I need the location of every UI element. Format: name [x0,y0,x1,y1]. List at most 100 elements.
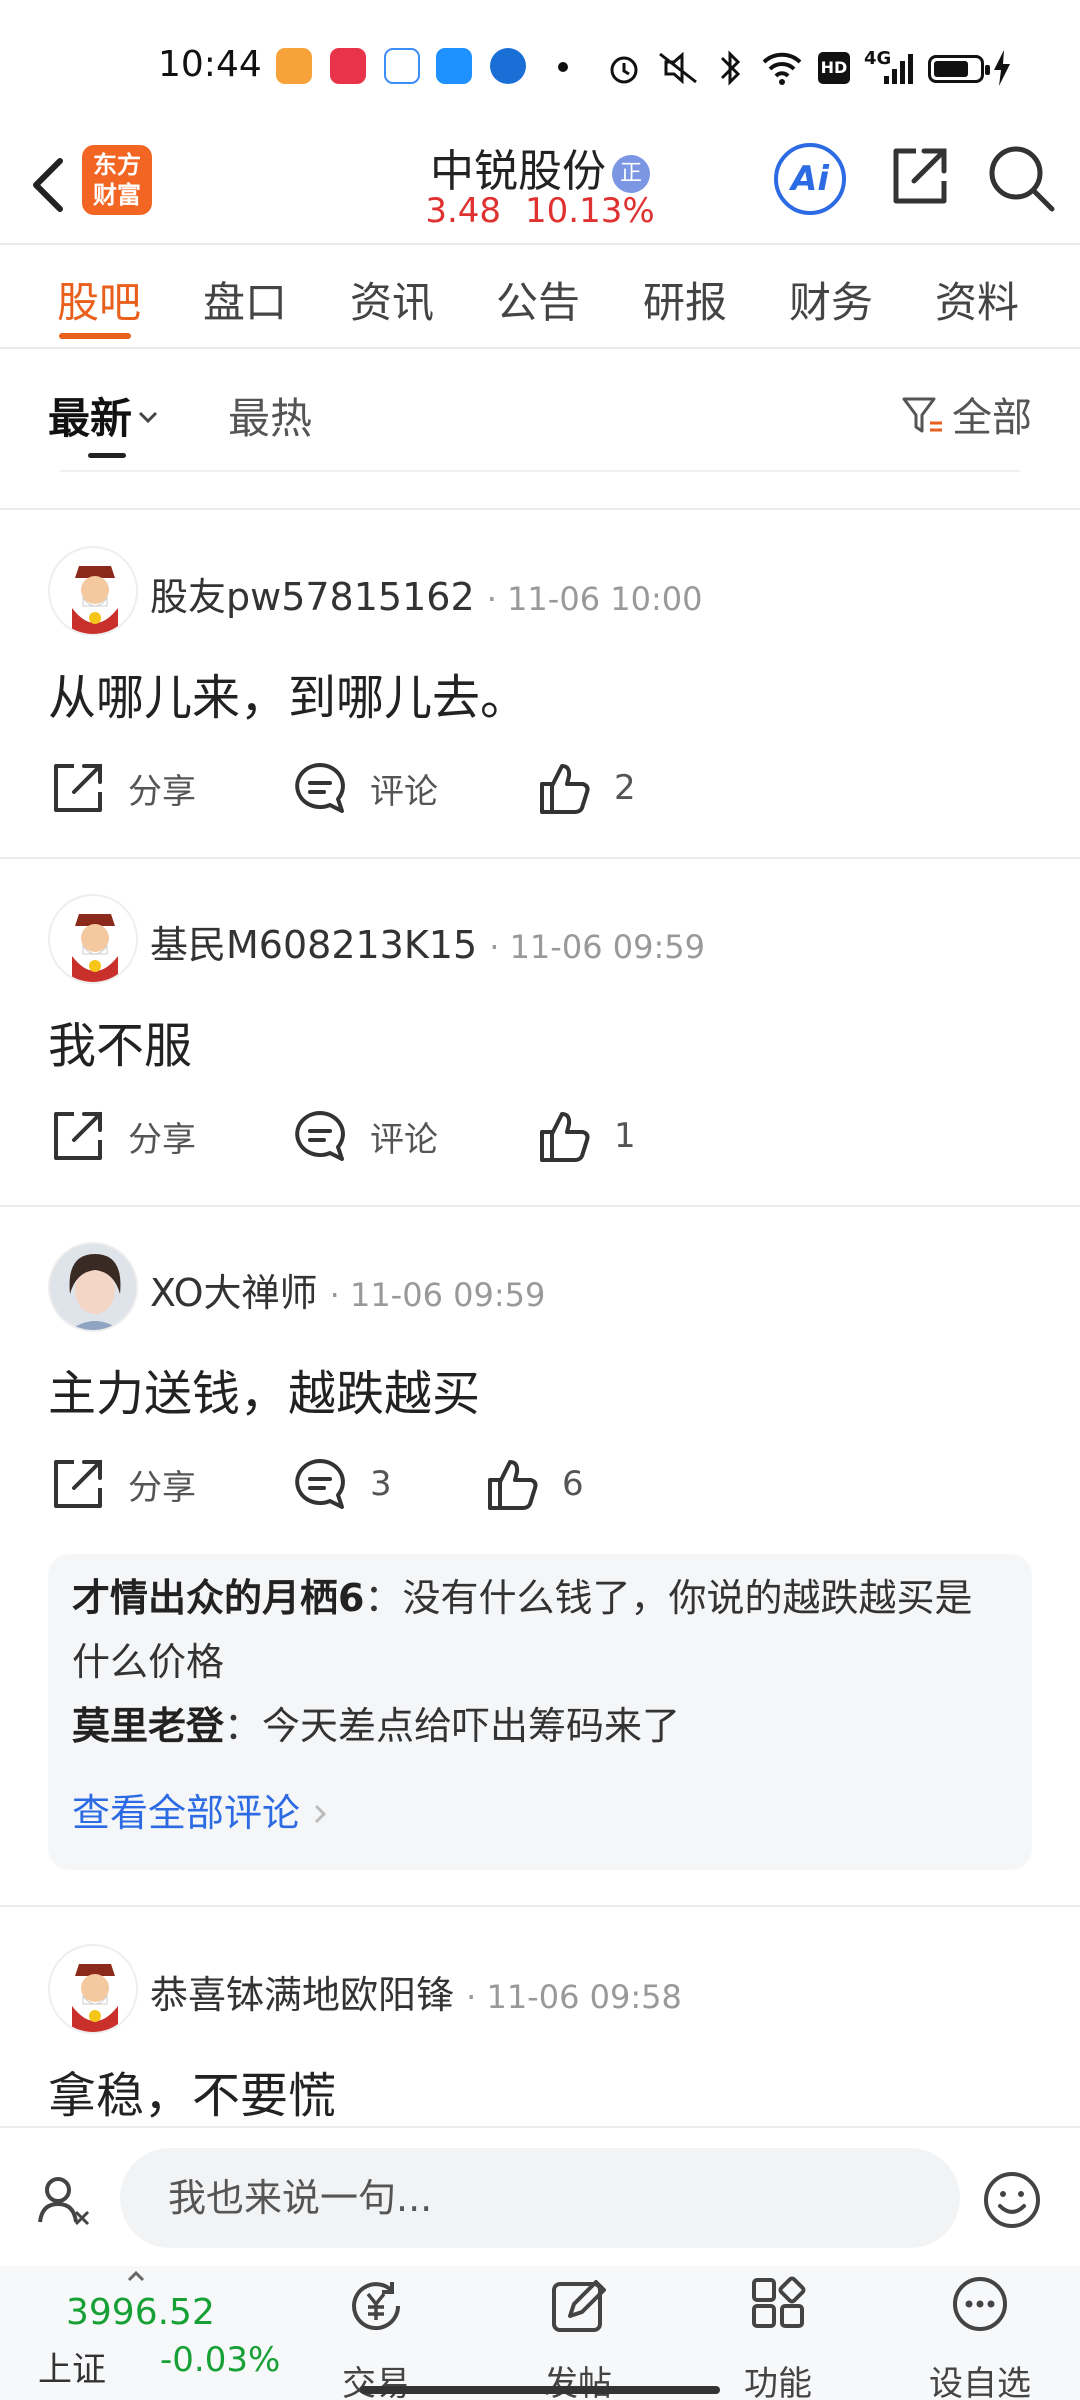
bottom-nav: 3996.52 上证 -0.03% 交易 发帖 功能 设自选 [0,2266,1080,2400]
chevron-up-icon[interactable] [126,2270,146,2282]
thumbs-up-icon [540,1112,590,1162]
post-actions: 分享 评论 2 [0,753,1080,823]
wifi-icon [762,52,802,85]
post-actions: 分享 评论 1 [0,1101,1080,1171]
app-icon-xiaohongshu [330,48,366,84]
post-content[interactable]: 拿稳，不要慌 [48,2056,336,2126]
post-content[interactable]: 从哪儿来，到哪儿去。 [48,658,528,728]
avatar[interactable] [48,1944,138,2034]
avatar[interactable] [48,546,138,636]
app-icon-search [384,48,420,84]
sort-hottest[interactable]: 最热 [228,385,312,446]
tab-finance[interactable]: 财务 [789,269,873,330]
like-button[interactable]: 1 [536,1101,636,1171]
nav-trade[interactable]: 交易 [316,2276,436,2400]
comment-button[interactable]: 3 [292,1449,392,1519]
post-content[interactable]: 主力送钱，越跌越买 [48,1354,480,1424]
post-item[interactable]: 恭喜钵满地欧阳锋 · 11-06 09:58 拿稳，不要慌 [0,1906,1080,2126]
index-value[interactable]: 3996.52 [66,2292,215,2333]
share-button[interactable]: 分享 [50,753,196,823]
comment-input[interactable]: 我也来说一句... [120,2148,960,2248]
app-icon-blue [436,48,472,84]
view-all-comments-link[interactable]: 查看全部评论 [72,1782,332,1837]
nav-add-watchlist[interactable]: 设自选 [920,2276,1040,2400]
fortune-god-avatar-icon [51,549,136,634]
avatar[interactable] [48,894,138,984]
share-icon [54,1460,102,1508]
share-icon[interactable] [886,143,952,209]
sort-latest[interactable]: 最新 [48,385,160,446]
post-author[interactable]: 股友pw57815162 · 11-06 10:00 [150,566,702,621]
thumbs-up-icon [488,1460,538,1510]
comment-button[interactable]: 评论 [292,1101,438,1171]
post-author[interactable]: 恭喜钵满地欧阳锋 · 11-06 09:58 [150,1964,682,2019]
home-indicator[interactable] [360,2386,720,2394]
comment-user[interactable]: 莫里老登 [72,1704,224,1748]
stock-price: 3.48 [425,191,502,231]
post-time: · 11-06 09:59 [489,928,705,966]
comment-icon [295,763,345,813]
compose-icon [552,2280,606,2332]
charging-icon [994,50,1010,86]
post-content[interactable]: 我不服 [48,1006,192,1076]
tab-bar: 股吧 盘口 资讯 公告 研报 财务 资料 [0,245,1080,345]
tab-news[interactable]: 资讯 [350,269,434,330]
hd-icon: HD [818,52,850,84]
comment-text: ：今天差点给吓出筹码来了 [224,1704,681,1748]
comment-preview[interactable]: 才情出众的月栖6：没有什么钱了，你说的越跌越买是什么价格 莫里老登：今天差点给吓… [48,1554,1032,1870]
nav-post[interactable]: 发帖 [518,2276,638,2400]
mute-icon [659,51,697,85]
post-author[interactable]: XO大禅师 · 11-06 09:59 [150,1262,545,1317]
official-badge-icon: 正 [612,155,650,193]
avatar[interactable] [48,1242,138,1332]
sort-bar: 最新 最热 全部 [0,347,1080,467]
trade-yen-icon [352,2282,401,2331]
comment-button[interactable]: 评论 [292,753,438,823]
nav-functions[interactable]: 功能 [718,2276,838,2400]
comment-item[interactable]: 莫里老登：今天差点给吓出筹码来了 [72,1694,1008,1758]
index-change[interactable]: -0.03% [160,2340,280,2380]
nav-add-watchlist-label: 设自选 [929,2364,1031,2400]
post-item[interactable]: 股友pw57815162 · 11-06 10:00 从哪儿来，到哪儿去。 分享… [0,508,1080,858]
comment-user[interactable]: 才情出众的月栖6 [72,1576,364,1620]
search-icon[interactable] [986,143,1056,213]
nav-functions-label: 功能 [744,2364,812,2400]
battery-icon [928,55,990,83]
index-name[interactable]: 上证 [38,2342,106,2391]
voice-input-icon[interactable] [36,2172,96,2232]
more-icon [953,2277,1007,2331]
chevron-down-icon [138,411,158,424]
post-time: · 11-06 09:58 [466,1978,682,2016]
app-icon-orange [276,48,312,84]
comment-icon [295,1459,345,1509]
filter-icon [902,397,942,433]
like-button[interactable]: 6 [484,1449,584,1519]
notification-dot-icon [558,62,568,72]
emoji-icon[interactable] [982,2170,1042,2230]
divider [60,470,1020,472]
like-button[interactable]: 2 [536,753,636,823]
post-time: · 11-06 10:00 [486,580,703,618]
share-button[interactable]: 分享 [50,1449,196,1519]
comment-item[interactable]: 才情出众的月栖6：没有什么钱了，你说的越跌越买是什么价格 [72,1566,1008,1694]
tab-profile[interactable]: 资料 [935,269,1019,330]
alarm-icon [610,56,638,84]
post-time: · 11-06 09:59 [329,1276,546,1314]
post-item[interactable]: 基民M608213K15 · 11-06 09:59 我不服 分享 评论 1 [0,858,1080,1206]
comment-input-bar: 我也来说一句... [0,2126,1080,2266]
user-photo-avatar-icon [50,1244,136,1330]
grid-icon [752,2276,806,2328]
tab-research[interactable]: 研报 [643,269,727,330]
tab-pankou[interactable]: 盘口 [203,269,287,330]
tab-announcements[interactable]: 公告 [496,269,580,330]
filter-button[interactable]: 全部 [900,385,1032,443]
share-button[interactable]: 分享 [50,1101,196,1171]
tab-guba[interactable]: 股吧 [57,269,141,330]
post-item[interactable]: XO大禅师 · 11-06 09:59 主力送钱，越跌越买 分享 3 6 才情出… [0,1206,1080,1906]
active-tab-indicator [59,333,131,339]
ai-button[interactable]: Ai [774,143,846,215]
bluetooth-icon [720,50,741,86]
stock-header: 东方财富 中锐股份正 3.48 10.13% Ai [0,135,1080,245]
fortune-god-avatar-icon [51,1947,136,2032]
post-author[interactable]: 基民M608213K15 · 11-06 09:59 [150,914,705,969]
